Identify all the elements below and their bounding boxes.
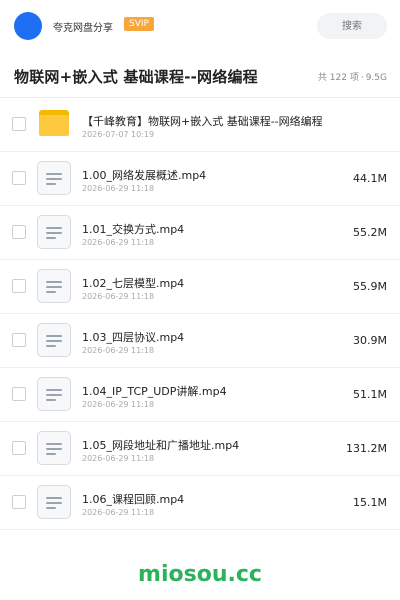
row-checkbox[interactable]: [12, 333, 26, 347]
list-item[interactable]: 【千峰教育】物联网+嵌入式 基础课程--网络编程 2026-07-07 10:1…: [0, 98, 400, 152]
list-item[interactable]: 1.02_七层模型.mp4 2026-06-29 11:18 55.9M: [0, 260, 400, 314]
file-date: 2026-06-29 11:18: [82, 400, 155, 409]
file-name: 【千峰教育】物联网+嵌入式 基础课程--网络编程: [82, 115, 323, 128]
page-title: 物联网+嵌入式 基础课程--网络编程: [14, 68, 258, 86]
video-file-icon: [37, 431, 71, 465]
row-checkbox[interactable]: [12, 225, 26, 239]
video-file-icon: [37, 323, 71, 357]
list-item[interactable]: 1.04_IP_TCP_UDP讲解.mp4 2026-06-29 11:18 5…: [0, 368, 400, 422]
folder-icon: [37, 107, 71, 141]
file-name: 1.00_网络发展概述.mp4: [82, 169, 207, 182]
video-file-icon: [37, 269, 71, 303]
video-file-icon: [37, 215, 71, 249]
row-checkbox[interactable]: [12, 171, 26, 185]
share-owner-name: 夸克网盘分享: [53, 23, 113, 34]
list-item[interactable]: 1.00_网络发展概述.mp4 2026-06-29 11:18 44.1M: [0, 152, 400, 206]
watermark: miosou.cc: [138, 562, 262, 587]
row-checkbox[interactable]: [12, 495, 26, 509]
file-name: 1.04_IP_TCP_UDP讲解.mp4: [82, 385, 227, 398]
file-size: 131.2M: [346, 442, 387, 455]
avatar[interactable]: [14, 12, 42, 40]
file-date: 2026-06-29 11:18: [82, 454, 155, 463]
folder-meta: 共 122 项 · 9.5G: [318, 70, 387, 83]
file-date: 2026-06-29 11:18: [82, 292, 155, 301]
file-size: 44.1M: [353, 172, 387, 185]
file-date: 2026-06-29 11:18: [82, 508, 155, 517]
file-size: 15.1M: [353, 496, 387, 509]
folder-header: 物联网+嵌入式 基础课程--网络编程 共 122 项 · 9.5G: [0, 52, 400, 98]
row-checkbox[interactable]: [12, 279, 26, 293]
file-date: 2026-07-07 10:19: [82, 130, 155, 139]
item-count: 共 122 项: [317, 73, 359, 83]
video-file-icon: [37, 485, 71, 519]
video-file-icon: [37, 161, 71, 195]
search-input[interactable]: [317, 13, 387, 39]
list-item[interactable]: 1.06_课程回顾.mp4 2026-06-29 11:18 15.1M: [0, 476, 400, 530]
file-size: 30.9M: [353, 334, 387, 347]
file-name: 1.03_四层协议.mp4: [82, 331, 185, 344]
list-item[interactable]: 1.03_四层协议.mp4 2026-06-29 11:18 30.9M: [0, 314, 400, 368]
file-date: 2026-06-29 11:18: [82, 238, 155, 247]
row-checkbox[interactable]: [12, 441, 26, 455]
video-file-icon: [37, 377, 71, 411]
file-size: 55.9M: [353, 280, 387, 293]
file-name: 1.01_交换方式.mp4: [82, 223, 185, 236]
file-size: 51.1M: [353, 388, 387, 401]
list-item[interactable]: 1.01_交换方式.mp4 2026-06-29 11:18 55.2M: [0, 206, 400, 260]
folder-size: 9.5G: [365, 73, 387, 83]
list-item[interactable]: 1.05_网段地址和广播地址.mp4 2026-06-29 11:18 131.…: [0, 422, 400, 476]
row-checkbox[interactable]: [12, 117, 26, 131]
meta-separator: ·: [360, 73, 364, 83]
row-checkbox[interactable]: [12, 387, 26, 401]
file-date: 2026-06-29 11:18: [82, 184, 155, 193]
file-name: 1.02_七层模型.mp4: [82, 277, 185, 290]
top-bar: 夸克网盘分享 SVIP: [0, 0, 400, 52]
file-name: 1.06_课程回顾.mp4: [82, 493, 185, 506]
file-list: 【千峰教育】物联网+嵌入式 基础课程--网络编程 2026-07-07 10:1…: [0, 98, 400, 530]
file-date: 2026-06-29 11:18: [82, 346, 155, 355]
file-name: 1.05_网段地址和广播地址.mp4: [82, 439, 240, 452]
svip-badge: SVIP: [124, 17, 154, 31]
file-size: 55.2M: [353, 226, 387, 239]
